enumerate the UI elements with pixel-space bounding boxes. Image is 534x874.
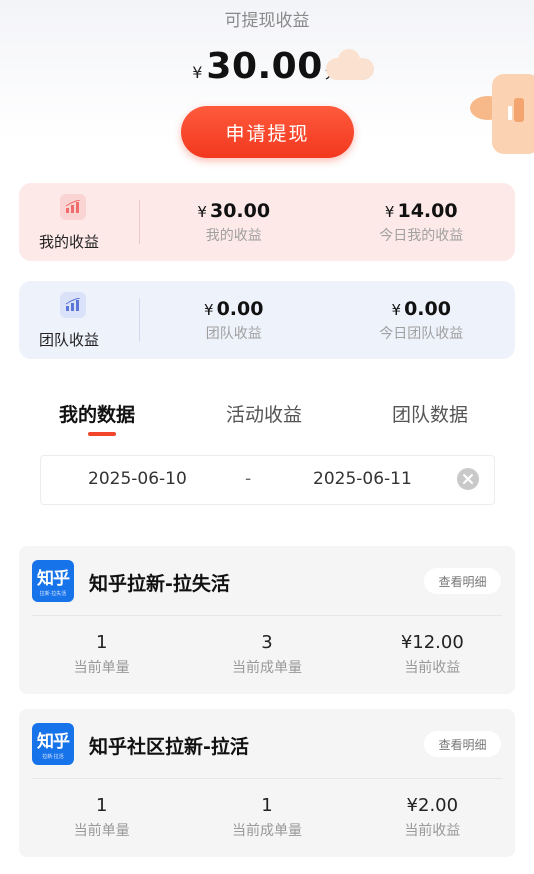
tab-activity-earnings[interactable]: 活动收益 [226,400,302,427]
my-earnings-today: ¥14.00 今日我的收益 [379,199,464,244]
end-date-field[interactable]: 2025-06-11 [313,469,412,489]
view-details-button[interactable]: 查看明细 [424,568,501,594]
bar-chart-icon [60,194,86,220]
clear-icon[interactable] [457,468,479,490]
date-range-picker[interactable]: 2025-06-10 - 2025-06-11 [40,455,495,505]
my-earnings-total: ¥30.00 我的收益 [197,199,271,244]
hand-illustration-icon [470,74,534,154]
task-title: 知乎社区拉新-拉活 [89,736,249,758]
zhihu-logo-icon: 知乎 拉新·拉失活 [32,560,74,602]
task-card: 知乎 拉新·拉失活 知乎拉新-拉失活 查看明细 1 当前单量 3 当前成单量 ¥… [19,546,515,694]
current-earnings: ¥12.00 当前收益 [400,632,464,676]
current-orders: 1 当前单量 [73,795,130,839]
withdrawable-title: 可提现收益 [224,11,310,31]
zhihu-logo-icon: 知乎 拉新·拉活 [32,723,74,765]
data-tabs: 我的数据 活动收益 团队数据 [0,400,534,440]
earnings-header: 可提现收益 ¥30.00元 申请提现 [0,0,534,175]
amount-value: 30.00 [206,46,323,87]
team-earnings-card: 团队收益 ¥0.00 团队收益 ¥0.00 今日团队收益 [19,281,515,359]
task-metrics: 1 当前单量 3 当前成单量 ¥12.00 当前收益 [19,632,515,677]
tab-team-data[interactable]: 团队数据 [392,400,468,427]
current-completed-orders: 1 当前成单量 [231,795,302,839]
my-earnings-card: 我的收益 ¥30.00 我的收益 ¥14.00 今日我的收益 [19,183,515,261]
withdrawable-amount: ¥30.00元 [0,46,534,87]
date-separator: - [245,469,252,489]
divider [32,615,502,616]
current-completed-orders: 3 当前成单量 [231,632,302,676]
start-date-field[interactable]: 2025-06-10 [88,469,187,489]
team-earnings-label: 团队收益 [39,331,100,349]
tab-my-data[interactable]: 我的数据 [59,400,135,427]
my-earnings-label: 我的收益 [39,233,100,251]
cloud-decoration-icon [326,49,374,80]
task-title: 知乎拉新-拉失活 [89,573,230,595]
team-earnings-total: ¥0.00 团队收益 [204,297,264,342]
task-card: 知乎 拉新·拉活 知乎社区拉新-拉活 查看明细 1 当前单量 1 当前成单量 ¥… [19,709,515,857]
divider [32,778,502,779]
withdraw-button[interactable]: 申请提现 [181,106,354,158]
currency-symbol: ¥ [192,63,203,82]
team-earnings-today: ¥0.00 今日团队收益 [379,297,464,342]
view-details-button[interactable]: 查看明细 [424,731,501,757]
bar-chart-icon [60,292,86,318]
active-tab-indicator [88,432,116,436]
current-orders: 1 当前单量 [73,632,130,676]
current-earnings: ¥2.00 当前收益 [404,795,461,839]
task-metrics: 1 当前单量 1 当前成单量 ¥2.00 当前收益 [19,795,515,840]
